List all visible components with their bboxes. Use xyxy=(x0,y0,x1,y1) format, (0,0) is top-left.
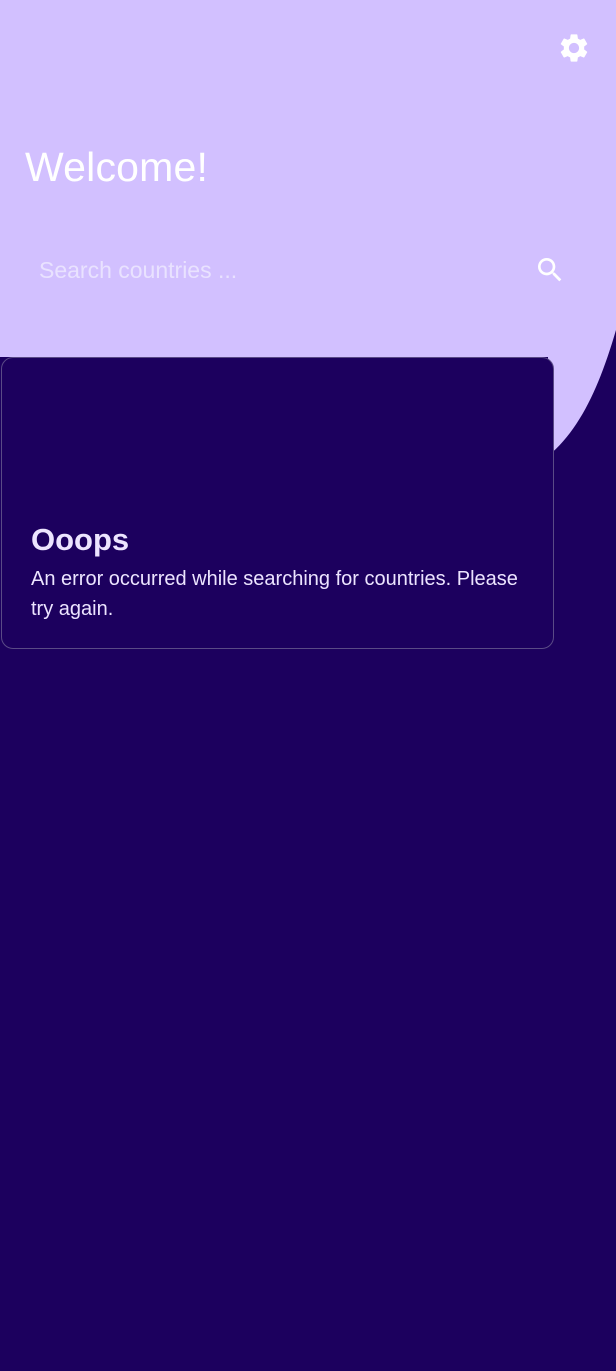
page-title: Welcome! xyxy=(25,144,209,190)
error-card: Ooops An error occurred while searching … xyxy=(1,357,554,649)
search-input[interactable] xyxy=(24,244,524,296)
search-button[interactable] xyxy=(524,244,576,296)
error-message: An error occurred while searching for co… xyxy=(31,568,518,620)
settings-button[interactable] xyxy=(556,30,592,66)
error-title: Ooops xyxy=(31,522,130,557)
search-icon xyxy=(538,258,562,282)
gear-icon xyxy=(560,34,588,62)
search-bar xyxy=(24,244,584,296)
app-screen: Welcome! Ooops An error occurred while s… xyxy=(0,0,616,1371)
